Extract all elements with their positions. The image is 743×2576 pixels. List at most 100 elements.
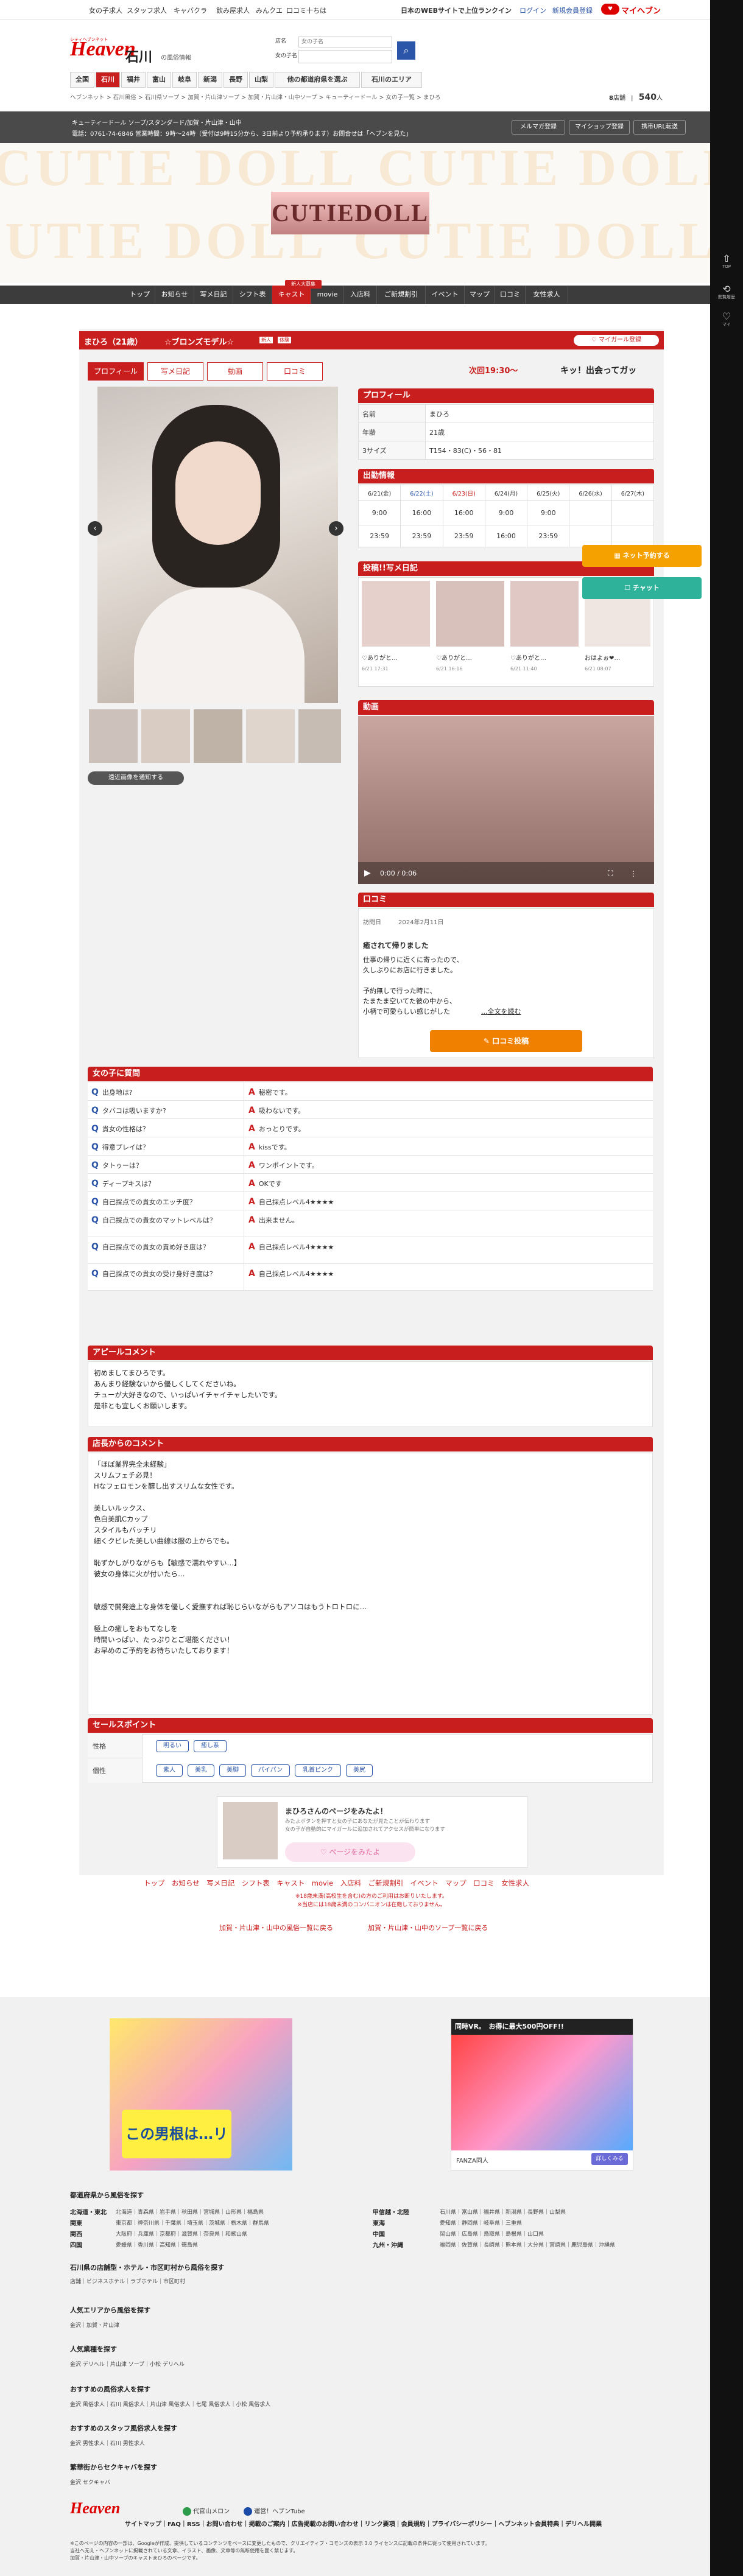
top-link-1[interactable]: スタッフ求人 (127, 5, 167, 15)
fullscreen-icon[interactable]: ⛶ (608, 869, 613, 878)
thumb-photo-5[interactable] (298, 709, 341, 763)
tab-review[interactable]: 口コミ (267, 362, 323, 381)
tag-chip[interactable]: 美尻 (346, 1764, 373, 1777)
prev-photo-icon[interactable]: ‹ (88, 521, 102, 536)
store-nav-top[interactable]: トップ (125, 286, 155, 304)
store-nav-event[interactable]: イベント (426, 286, 465, 304)
tab-other-pref[interactable]: 他の都道府県を選ぶ (275, 72, 360, 88)
tab-niigata[interactable]: 新潟 (198, 72, 222, 88)
girl-rank: ☆ブロンズモデル☆ (164, 338, 234, 347)
shop-search-input[interactable] (298, 37, 392, 47)
post-review-button[interactable]: ✎ 口コミ投稿 (430, 1030, 582, 1052)
search-icon[interactable]: ⌕ (397, 41, 415, 60)
girl-search-input[interactable] (298, 50, 392, 63)
mitayo-button[interactable]: ♡ ページをみたよ (285, 1842, 415, 1862)
back-to-soap-link[interactable]: 加賀・片山津・山中のソープ一覧に戻る (368, 1923, 488, 1932)
main-photo[interactable] (97, 387, 338, 703)
tab-nagano[interactable]: 長野 (224, 72, 248, 88)
ad-banner-left[interactable]: この男根は…リアル (110, 2018, 292, 2171)
tab-toyama[interactable]: 富山 (147, 72, 171, 88)
tag-chip[interactable]: 乳首ピンク (295, 1764, 341, 1777)
review-more-link[interactable]: ...全文を読む (481, 1006, 521, 1016)
review-date: 2024年2月11日 (398, 919, 444, 926)
tag-chip[interactable]: 癒し系 (194, 1740, 227, 1752)
mobile-url-button[interactable]: 携帯URL転送 (633, 120, 686, 135)
tag-chip[interactable]: 明るい (156, 1740, 189, 1752)
store-nav-recruit[interactable]: 女性求人 (526, 286, 568, 304)
girl-header: まひろ（21歳） ☆ブロンズモデル☆ 新人 体験 ♡ マイガール登録 (79, 331, 664, 349)
top-link-4[interactable]: みんクエ (256, 5, 283, 15)
tag-chip[interactable]: 美脚 (219, 1764, 246, 1777)
schedule-table: 6/21(金) 6/22(土) 6/23(日) 6/24(月) 6/25(火) … (357, 485, 655, 547)
store-nav-news[interactable]: お知らせ (155, 286, 194, 304)
net-reserve-button[interactable]: ▦ ネット予約する (582, 545, 702, 567)
schedule-title: 出勤情報 (358, 469, 654, 483)
store-banner: CUTIE DOLL CUTIE DOLL CUTIE DOLL CUTIE D… (0, 143, 710, 283)
store-nav-shift[interactable]: シフト表 (233, 286, 272, 304)
signup-link[interactable]: 新規会員登録 (552, 5, 593, 15)
girl-avatar (223, 1802, 278, 1859)
diary-photo-1[interactable] (362, 581, 430, 647)
chat-button[interactable]: ☐ チャット (582, 577, 702, 599)
top-link-2[interactable]: キャバクラ (174, 5, 207, 15)
top-link-5[interactable]: 口コミ十ちは (286, 5, 326, 15)
back-to-fuzoku-link[interactable]: 加賀・片山津・山中の風俗一覧に戻る (219, 1923, 333, 1932)
tab-gifu[interactable]: 岐阜 (172, 72, 197, 88)
tab-video[interactable]: 動画 (207, 362, 263, 381)
mygirl-button[interactable]: ♡ マイガール登録 (574, 335, 659, 346)
heart-icon: ♥ (601, 4, 619, 15)
diary-photo-2[interactable] (436, 581, 504, 647)
shop-comment-title: 店長からのコメント (88, 1437, 653, 1451)
more-icon[interactable]: ⋮ (630, 869, 637, 878)
qa-row: Q 自己採点での貴女のエッチ度？ A 自己採点レベル4★★★★ (88, 1192, 653, 1210)
profile-table: 名前 まひろ 年齢 21歳 3サイズ T154・83(C)・56・81 (358, 404, 654, 460)
store-nav-review[interactable]: 口コミ (495, 286, 526, 304)
partner-link-2[interactable]: 運営！ヘブンTube (244, 2506, 305, 2516)
mypage-link[interactable]: マイヘブン (621, 4, 661, 16)
tab-diary[interactable]: 写メ日記 (147, 362, 203, 381)
thumb-photo-4[interactable] (246, 709, 295, 763)
tab-ishikawa-area[interactable]: 石川のエリア (361, 72, 422, 88)
tab-fukui[interactable]: 福井 (121, 72, 146, 88)
myshop-button[interactable]: マイショップ登録 (569, 120, 630, 135)
footer-logo[interactable]: Heaven (70, 2499, 120, 2518)
tab-ishikawa[interactable]: 石川 (96, 72, 120, 88)
heaven-logo[interactable]: シティヘブンネット Heaven (70, 37, 136, 61)
ad-banner-right[interactable]: 同時VR。 お得に最大500円OFF!! FANZA同人 詳しくみる (451, 2018, 633, 2171)
arrow-up-icon[interactable]: ⇧ TOP (717, 250, 736, 269)
chat-icon: ☐ (624, 584, 633, 592)
qa-row: Q 自己採点での貴女のマットレベルは？ A 出来ません。 (88, 1210, 653, 1237)
store-nav-discount[interactable]: ご新規割引 (377, 286, 426, 304)
thumb-photo-2[interactable] (141, 709, 190, 763)
tube-icon (244, 2507, 252, 2516)
mailmag-button[interactable]: メルマガ登録 (512, 120, 565, 135)
store-nav-map[interactable]: マップ (465, 286, 495, 304)
tab-zenkoku[interactable]: 全国 (70, 72, 94, 88)
footer-links[interactable]: サイトマップ｜FAQ｜RSS｜お問い合わせ｜掲載のご案内｜広告掲載のお問い合わせ… (125, 2521, 649, 2529)
play-icon[interactable]: ▶ (364, 868, 371, 878)
notify-photo-button[interactable]: 遠近画像を通知する (88, 771, 184, 785)
site-stats: 8店舗 | 540人 (609, 93, 663, 102)
thumb-photo-1[interactable] (89, 709, 138, 763)
history-icon[interactable]: ⟲ 閲覧履歴 (717, 280, 736, 300)
diary-photo-3[interactable] (510, 581, 579, 647)
breadcrumb: ヘブンネット > 石川風俗 > 石川県ソープ > 加賀・片山津ソープ > 加賀・… (70, 94, 441, 101)
tab-yamanashi[interactable]: 山梨 (249, 72, 273, 88)
review-title: 口コミ (358, 893, 654, 907)
tag-chip[interactable]: 美乳 (188, 1764, 214, 1777)
top-link-3[interactable]: 飲み屋求人 (216, 5, 250, 15)
video-player[interactable]: ▶ 0:00 / 0:06 ⛶ ⋮ (358, 716, 654, 884)
store-nav-price[interactable]: 入店料 (344, 286, 377, 304)
tag-chip[interactable]: パイパン (251, 1764, 290, 1777)
login-link[interactable]: ログイン (519, 5, 546, 15)
search-form: 店名 女の子名 ⌕ (275, 37, 421, 68)
partner-link-1[interactable]: 代官山メロン (183, 2506, 230, 2516)
next-photo-icon[interactable]: › (329, 521, 343, 536)
store-nav-diary[interactable]: 写メ日記 (194, 286, 233, 304)
top-link-0[interactable]: 女の子求人 (89, 5, 122, 15)
mypage-icon[interactable]: ♡ マイ (717, 307, 736, 327)
age-notice: ※18歳未満(高校生を含む)の方のご利用はお断りいたします。 ※当店には18歳未… (295, 1893, 448, 1908)
tag-chip[interactable]: 素人 (156, 1764, 183, 1777)
tab-profile[interactable]: プロフィール (88, 362, 144, 381)
thumb-photo-3[interactable] (194, 709, 242, 763)
